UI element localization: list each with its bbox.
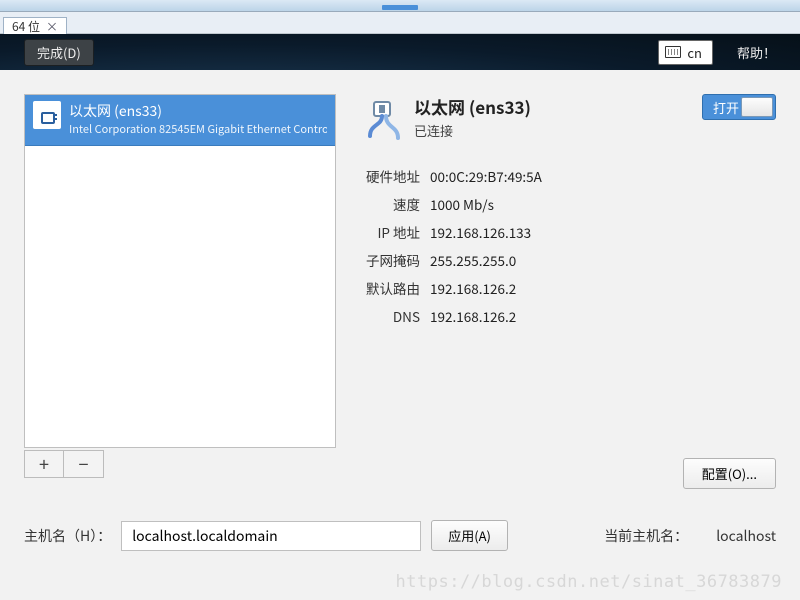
current-hostname-label: 当前主机名：	[604, 526, 688, 546]
tab-label: 64 位	[12, 18, 40, 35]
remove-device-button[interactable]: −	[64, 450, 104, 478]
detail-properties: 硬件地址 00:0C:29:B7:49:5A 速度 1000 Mb/s IP 地址 1…	[360, 166, 776, 326]
k-dns: DNS	[360, 306, 420, 326]
page-header: 完成(D) cn 帮助！	[0, 34, 800, 70]
hostname-row: 主机名（H）： 应用(A) 当前主机名： localhost	[24, 520, 776, 551]
detail-title: 以太网 (ens33)	[414, 94, 531, 119]
window-chrome	[0, 0, 800, 12]
done-button[interactable]: 完成(D)	[24, 39, 94, 66]
keyboard-icon	[665, 46, 681, 58]
device-listbox[interactable]: 以太网 (ens33) Intel Corporation 82545EM Gi…	[24, 94, 336, 448]
ime-label: cn	[687, 43, 702, 62]
k-speed: 速度	[360, 194, 420, 214]
hostname-input[interactable]	[121, 521, 421, 551]
connection-toggle[interactable]: 打开	[702, 94, 776, 120]
k-gw: 默认路由	[360, 278, 420, 298]
tab-strip: 64 位 ×	[0, 12, 800, 34]
close-icon[interactable]: ×	[46, 18, 58, 35]
v-ip: 192.168.126.133	[430, 222, 531, 242]
v-mask: 255.255.255.0	[430, 250, 516, 270]
k-mask: 子网掩码	[360, 250, 420, 270]
ethernet-icon	[360, 96, 408, 144]
apply-hostname-button[interactable]: 应用(A)	[431, 520, 508, 551]
ime-indicator[interactable]: cn	[658, 40, 713, 65]
current-hostname-value: localhost	[716, 526, 776, 546]
v-hwaddr: 00:0C:29:B7:49:5A	[430, 166, 542, 186]
k-ip: IP 地址	[360, 222, 420, 242]
v-dns: 192.168.126.2	[430, 306, 516, 326]
v-gw: 192.168.126.2	[430, 278, 516, 298]
k-hwaddr: 硬件地址	[360, 166, 420, 186]
detail-status: 已连接	[414, 121, 531, 140]
watermark: https://blog.csdn.net/sinat_36783879	[396, 572, 782, 592]
hostname-label: 主机名（H）：	[24, 526, 111, 546]
device-detail: 以太网 (ens33) 已连接 打开 硬件地址 00:0C:29:B7:49:5A…	[360, 94, 776, 334]
add-device-button[interactable]: +	[24, 450, 64, 478]
device-add-remove: + −	[24, 450, 336, 478]
v-speed: 1000 Mb/s	[430, 194, 494, 214]
help-link[interactable]: 帮助！	[737, 43, 776, 62]
toggle-label: 打开	[713, 98, 739, 117]
device-list-panel: 以太网 (ens33) Intel Corporation 82545EM Gi…	[24, 94, 336, 478]
ethernet-icon	[33, 101, 61, 129]
configure-button[interactable]: 配置(O)...	[683, 458, 776, 489]
main-panel: 以太网 (ens33) Intel Corporation 82545EM Gi…	[0, 70, 800, 600]
device-item-subtitle: Intel Corporation 82545EM Gigabit Ethern…	[69, 121, 327, 137]
device-item-title: 以太网 (ens33)	[69, 101, 327, 121]
device-item-ens33[interactable]: 以太网 (ens33) Intel Corporation 82545EM Gi…	[25, 95, 335, 146]
